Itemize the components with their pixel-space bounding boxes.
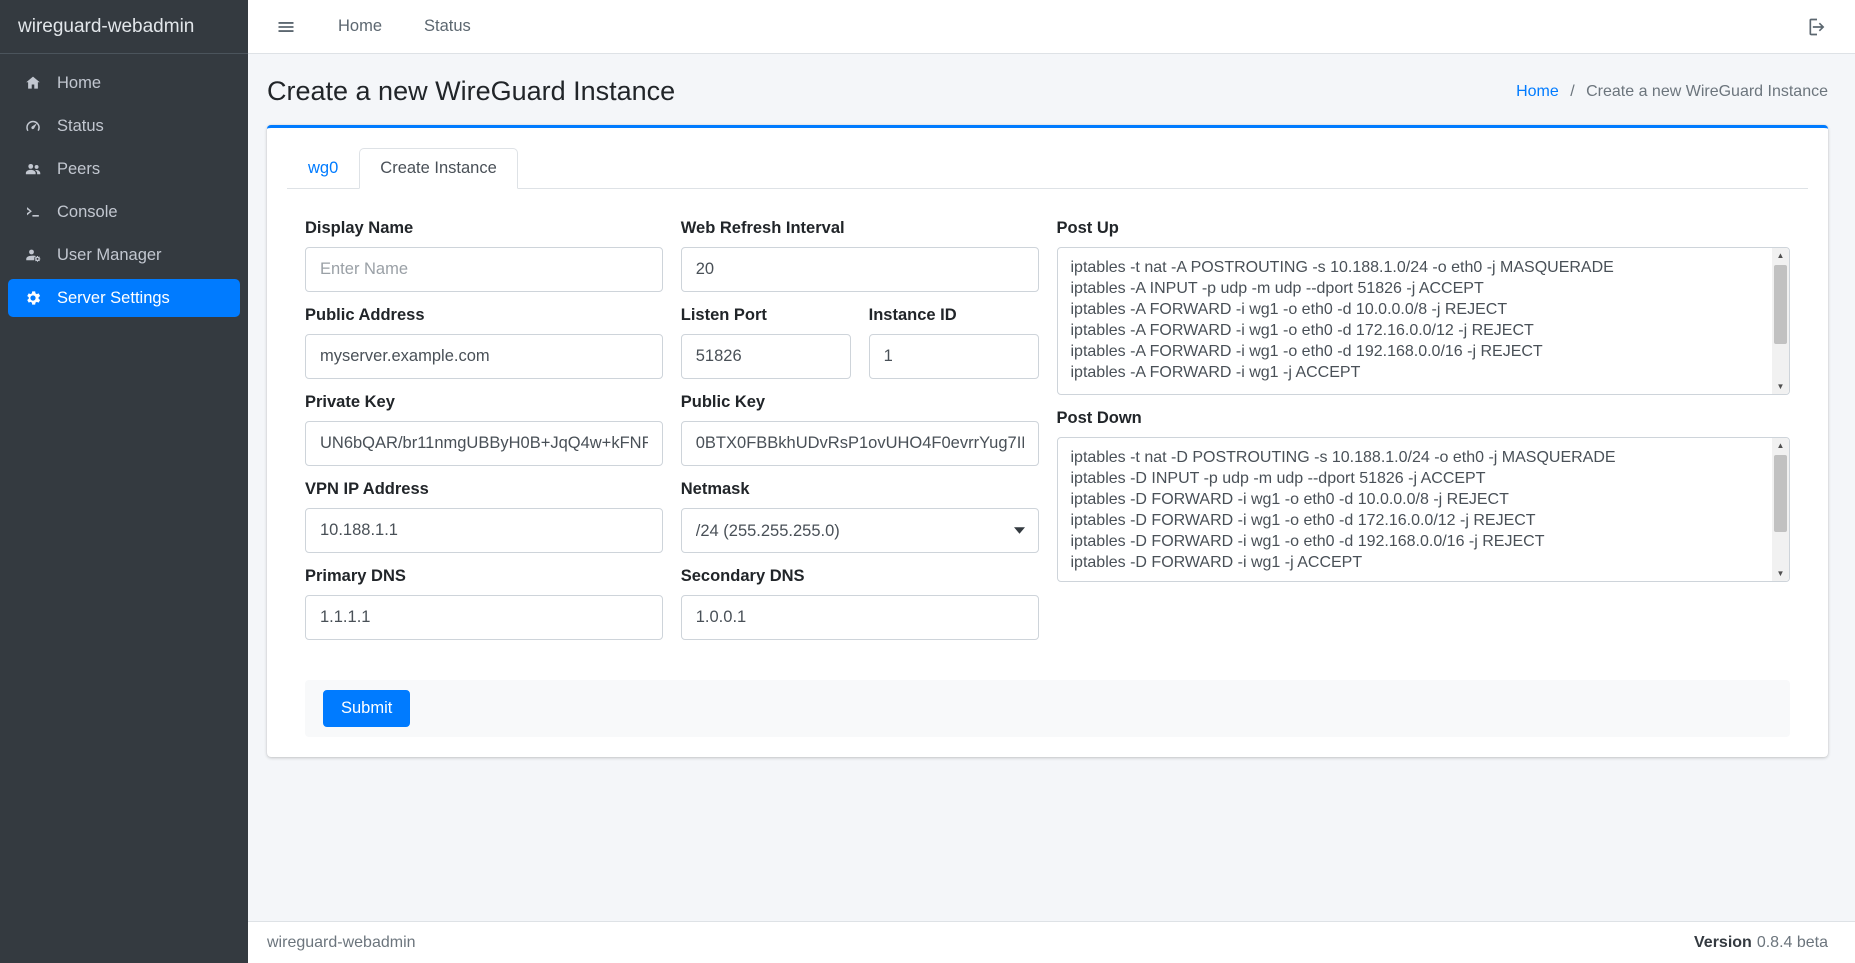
topnav-link-status[interactable]: Status	[424, 17, 471, 36]
scroll-down-arrow-icon[interactable]: ▼	[1772, 379, 1789, 394]
sidebar-item-user-manager[interactable]: User Manager	[8, 236, 240, 274]
users-icon	[20, 160, 46, 178]
secondary-dns-input[interactable]	[681, 595, 1039, 640]
submit-strip: Submit	[305, 680, 1790, 737]
form-column-1: Display Name Public Address Private Key	[296, 219, 672, 654]
breadcrumb-current: Create a new WireGuard Instance	[1586, 83, 1828, 100]
scrollbar-track[interactable]	[1772, 453, 1789, 566]
scrollbar-thumb[interactable]	[1774, 265, 1787, 344]
instance-form: Display Name Public Address Private Key	[287, 189, 1808, 654]
sidebar: wireguard-webadmin Home Status Peers Con…	[0, 0, 248, 963]
breadcrumb-home-link[interactable]: Home	[1516, 83, 1559, 100]
brand[interactable]: wireguard-webadmin	[0, 0, 248, 54]
instance-tabs: wg0 Create Instance	[287, 148, 1808, 189]
scroll-up-arrow-icon[interactable]: ▲	[1772, 248, 1789, 263]
content-header: Create a new WireGuard Instance Home / C…	[248, 54, 1855, 125]
sidebar-item-label: Status	[57, 117, 104, 136]
sidebar-item-home[interactable]: Home	[8, 64, 240, 102]
main-footer: wireguard-webadmin Version 0.8.4 beta	[248, 921, 1855, 963]
netmask-select[interactable]: /24 (255.255.255.0)	[681, 508, 1039, 553]
scrollbar-thumb[interactable]	[1774, 455, 1787, 532]
post-down-scrollbar[interactable]: ▲ ▼	[1772, 438, 1789, 581]
user-cog-icon	[20, 246, 46, 264]
display-name-label: Display Name	[305, 219, 663, 238]
sidebar-nav: Home Status Peers Console User Manager	[0, 54, 248, 332]
public-key-input[interactable]	[681, 421, 1039, 466]
sidebar-item-label: Home	[57, 74, 101, 93]
form-column-3: Post Up iptables -t nat -A POSTROUTING -…	[1048, 219, 1800, 654]
sidebar-item-peers[interactable]: Peers	[8, 150, 240, 188]
form-column-2: Web Refresh Interval Listen Port	[672, 219, 1048, 654]
sidebar-item-status[interactable]: Status	[8, 107, 240, 145]
vpn-ip-input[interactable]	[305, 508, 663, 553]
web-refresh-interval-label: Web Refresh Interval	[681, 219, 1039, 238]
primary-dns-label: Primary DNS	[305, 567, 663, 586]
footer-version-label: Version	[1694, 934, 1752, 951]
scroll-down-arrow-icon[interactable]: ▼	[1772, 566, 1789, 581]
tab-wg0[interactable]: wg0	[287, 148, 359, 189]
public-key-label: Public Key	[681, 393, 1039, 412]
netmask-label: Netmask	[681, 480, 1039, 499]
content: wg0 Create Instance Display Name Public	[248, 125, 1855, 921]
post-up-textarea[interactable]: iptables -t nat -A POSTROUTING -s 10.188…	[1057, 247, 1791, 395]
breadcrumb-separator: /	[1570, 83, 1574, 100]
gauge-icon	[20, 117, 46, 135]
logout-icon[interactable]	[1807, 17, 1827, 37]
main-area: Home Status Create a new WireGuard Insta…	[248, 0, 1855, 963]
card-body: wg0 Create Instance Display Name Public	[267, 128, 1828, 757]
vpn-ip-label: VPN IP Address	[305, 480, 663, 499]
create-instance-card: wg0 Create Instance Display Name Public	[267, 125, 1828, 757]
post-up-scrollbar[interactable]: ▲ ▼	[1772, 248, 1789, 394]
public-address-label: Public Address	[305, 306, 663, 325]
private-key-label: Private Key	[305, 393, 663, 412]
top-navbar: Home Status	[248, 0, 1855, 54]
web-refresh-interval-input[interactable]	[681, 247, 1039, 292]
page-title: Create a new WireGuard Instance	[267, 76, 675, 107]
footer-version: Version 0.8.4 beta	[1694, 934, 1828, 952]
primary-dns-input[interactable]	[305, 595, 663, 640]
terminal-icon	[20, 203, 46, 221]
hamburger-menu-icon[interactable]	[276, 17, 296, 37]
sidebar-item-label: Console	[57, 203, 118, 222]
home-icon	[20, 74, 46, 92]
instance-id-input[interactable]	[869, 334, 1039, 379]
scrollbar-track[interactable]	[1772, 263, 1789, 379]
submit-button[interactable]: Submit	[323, 690, 410, 727]
footer-version-value: 0.8.4 beta	[1757, 934, 1828, 951]
public-address-input[interactable]	[305, 334, 663, 379]
post-up-label: Post Up	[1057, 219, 1791, 238]
sidebar-item-label: User Manager	[57, 246, 162, 265]
secondary-dns-label: Secondary DNS	[681, 567, 1039, 586]
listen-port-label: Listen Port	[681, 306, 851, 325]
breadcrumb: Home / Create a new WireGuard Instance	[1516, 83, 1828, 101]
instance-id-label: Instance ID	[869, 306, 1039, 325]
post-down-textarea[interactable]: iptables -t nat -D POSTROUTING -s 10.188…	[1057, 437, 1791, 582]
post-down-label: Post Down	[1057, 409, 1791, 428]
display-name-input[interactable]	[305, 247, 663, 292]
private-key-input[interactable]	[305, 421, 663, 466]
scroll-up-arrow-icon[interactable]: ▲	[1772, 438, 1789, 453]
footer-brand: wireguard-webadmin	[267, 934, 416, 952]
sidebar-item-label: Peers	[57, 160, 100, 179]
cogs-icon	[20, 289, 46, 307]
listen-port-input[interactable]	[681, 334, 851, 379]
sidebar-item-label: Server Settings	[57, 289, 170, 308]
sidebar-item-console[interactable]: Console	[8, 193, 240, 231]
topnav-link-home[interactable]: Home	[338, 17, 382, 36]
sidebar-item-server-settings[interactable]: Server Settings	[8, 279, 240, 317]
tab-create-instance[interactable]: Create Instance	[359, 148, 517, 189]
